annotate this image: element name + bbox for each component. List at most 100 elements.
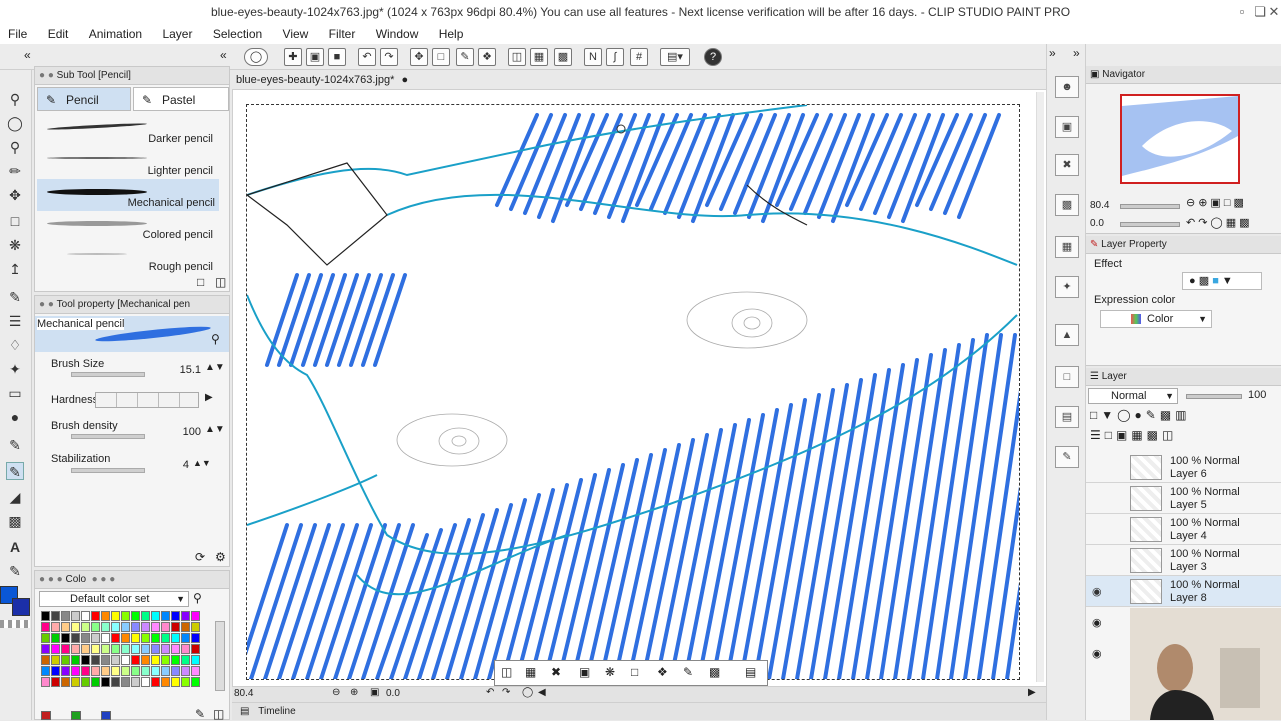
timeline-tab[interactable]: Timeline: [258, 706, 295, 717]
palette-swatch[interactable]: [41, 622, 50, 632]
palette-swatch[interactable]: [81, 655, 90, 665]
hardness-selector[interactable]: [95, 392, 199, 408]
add-color-icon[interactable]: ✎: [195, 707, 205, 721]
shrink-selection-icon[interactable]: ❋: [605, 665, 615, 679]
canvas-vscrollbar[interactable]: [1036, 92, 1044, 682]
palette-swatch[interactable]: [81, 666, 90, 676]
reset-rotation-icon[interactable]: ◯: [522, 687, 533, 698]
material-6-icon[interactable]: ▲: [1055, 324, 1079, 346]
palette-swatch[interactable]: [51, 677, 60, 687]
material-8-icon[interactable]: ▤: [1055, 406, 1079, 428]
material-4-icon[interactable]: ▦: [1055, 236, 1079, 258]
invert-selection-icon[interactable]: ✖: [551, 665, 561, 679]
menu-window[interactable]: Window: [368, 24, 428, 44]
palette-swatch[interactable]: [171, 655, 180, 665]
palette-swatch[interactable]: [191, 655, 200, 665]
tool-settings-icon[interactable]: ⚙: [215, 550, 226, 564]
eye-icon[interactable]: ◉: [1092, 616, 1102, 629]
zoom-icon[interactable]: ⚲: [6, 90, 24, 108]
border-effect-icon[interactable]: ●: [1189, 275, 1196, 287]
palette-swatch[interactable]: [71, 644, 80, 654]
selection-launcher-icon[interactable]: ✥: [410, 48, 428, 66]
palette-swatch[interactable]: [191, 677, 200, 687]
pencil-active-icon[interactable]: ✎: [6, 462, 24, 480]
recent-color-swatch[interactable]: [101, 711, 111, 720]
brush-icon[interactable]: ♢: [6, 336, 24, 354]
opacity-slider[interactable]: [1186, 394, 1242, 399]
palette-swatch[interactable]: [141, 633, 150, 643]
layer-row[interactable]: 100 % Normal Layer 6: [1086, 452, 1281, 483]
menu-filter[interactable]: Filter: [321, 24, 365, 44]
palette-swatch[interactable]: [71, 611, 80, 621]
palette-swatch[interactable]: [141, 655, 150, 665]
tab-pastel[interactable]: ✎ Pastel: [133, 87, 229, 111]
palette-swatch[interactable]: [101, 666, 110, 676]
clear-selection-icon[interactable]: ◫: [501, 665, 512, 679]
layer-actions-icons[interactable]: ☰□▣▦▩◫: [1090, 428, 1177, 442]
clear-outside-icon[interactable]: ◫: [508, 48, 526, 66]
navigator-zoom-buttons-icon[interactable]: ⊖⊕▣□▩: [1186, 196, 1247, 209]
canvas-artwork[interactable]: [246, 104, 1020, 680]
dropper-icon[interactable]: ↥: [6, 260, 24, 278]
palette-swatch[interactable]: [181, 622, 190, 632]
brush-darker-pencil[interactable]: Darker pencil: [37, 115, 217, 147]
hscroll-right-icon[interactable]: ▶: [1028, 687, 1036, 698]
gradient-icon[interactable]: ▩: [6, 512, 24, 530]
opacity-value[interactable]: 100: [1248, 389, 1266, 401]
palette-swatch[interactable]: [101, 644, 110, 654]
palette-swatch[interactable]: [41, 666, 50, 676]
launcher-settings-icon[interactable]: ▤: [745, 665, 756, 679]
brush-mechanical-pencil[interactable]: Mechanical pencil: [37, 179, 219, 211]
palette-swatch[interactable]: [121, 633, 130, 643]
scale-icon[interactable]: ❖: [478, 48, 496, 66]
palette-swatch[interactable]: [121, 622, 130, 632]
palette-swatch[interactable]: [111, 655, 120, 665]
palette-swatch[interactable]: [71, 633, 80, 643]
palette-swatch[interactable]: [101, 633, 110, 643]
palette-swatch[interactable]: [81, 644, 90, 654]
pen-icon[interactable]: ✏: [6, 162, 24, 180]
palette-swatch[interactable]: [181, 633, 190, 643]
palette-swatch[interactable]: [151, 622, 160, 632]
palette-swatch[interactable]: [171, 666, 180, 676]
clip-studio-icon[interactable]: ◯: [244, 48, 268, 66]
rotate-selection-icon[interactable]: ❖: [657, 665, 668, 679]
menu-view[interactable]: View: [275, 24, 318, 44]
palette-swatch[interactable]: [41, 655, 50, 665]
crop-icon[interactable]: ▦: [530, 48, 548, 66]
palette-swatch[interactable]: [171, 633, 180, 643]
navigator-rotate-buttons-icon[interactable]: ↶↷◯▦▩: [1186, 216, 1253, 229]
recent-color-swatch[interactable]: [71, 711, 81, 720]
palette-swatch[interactable]: [41, 633, 50, 643]
eyedropper-icon[interactable]: ⚲: [6, 138, 24, 156]
palette-swatch[interactable]: [131, 677, 140, 687]
layer-row[interactable]: 100 % Normal Layer 3: [1086, 545, 1281, 576]
layer-row[interactable]: ◉ 100 % Normal Layer 8: [1086, 576, 1281, 607]
navigator-zoom-slider[interactable]: [1120, 204, 1180, 209]
palette-swatch[interactable]: [171, 677, 180, 687]
palette-swatch[interactable]: [91, 666, 100, 676]
palette-swatch[interactable]: [141, 611, 150, 621]
palette-swatch[interactable]: [91, 622, 100, 632]
fit-icon[interactable]: ▣: [370, 687, 379, 698]
palette-swatch[interactable]: [61, 644, 70, 654]
reset-icon[interactable]: ⟳: [195, 550, 205, 564]
palette-swatch[interactable]: [151, 655, 160, 665]
close-tab-icon[interactable]: ●: [401, 74, 408, 86]
palette-swatch[interactable]: [191, 622, 200, 632]
palette-swatch[interactable]: [161, 622, 170, 632]
brush-lighter-pencil[interactable]: Lighter pencil: [37, 147, 217, 179]
zoom-in-icon[interactable]: ⊕: [350, 687, 358, 698]
navigator-angle[interactable]: 0.0: [1090, 218, 1104, 229]
material-2-icon[interactable]: ✖: [1055, 154, 1079, 176]
menu-file[interactable]: File: [0, 24, 36, 44]
palette-swatch[interactable]: [71, 655, 80, 665]
brush-colored-pencil[interactable]: Colored pencil: [37, 211, 217, 243]
menu-edit[interactable]: Edit: [40, 24, 78, 44]
material-icon[interactable]: ▣: [1055, 116, 1079, 138]
palette-swatch[interactable]: [131, 611, 140, 621]
crop-selection-icon[interactable]: ▦: [525, 665, 536, 679]
settings-dropdown-icon[interactable]: ▤▾: [660, 48, 690, 66]
palette-swatch[interactable]: [141, 644, 150, 654]
palette-swatch[interactable]: [131, 666, 140, 676]
